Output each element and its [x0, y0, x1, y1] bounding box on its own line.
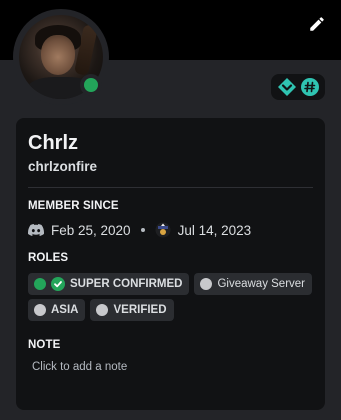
discord-member-date: Feb 25, 2020	[51, 222, 131, 238]
online-status-indicator	[80, 74, 102, 96]
role-asia[interactable]: ASIA	[28, 299, 86, 321]
role-giveaway-server[interactable]: Giveaway Server	[194, 273, 313, 295]
server-member-date: Jul 14, 2023	[177, 222, 252, 238]
username: chrlzonfire	[28, 159, 98, 174]
role-color-dot	[34, 278, 46, 290]
edit-profile-button[interactable]	[307, 14, 327, 34]
pencil-icon	[310, 17, 324, 31]
hypesquad-balance-icon[interactable]	[277, 77, 297, 97]
divider	[28, 187, 313, 188]
role-color-dot	[96, 304, 109, 316]
roles-heading: ROLES	[28, 252, 69, 264]
display-name: Chrlz	[28, 132, 78, 154]
role-verified[interactable]: VERIFIED	[90, 299, 174, 321]
profile-badges	[271, 74, 325, 100]
role-color-dot	[34, 304, 46, 316]
member-since-row: Feb 25, 2020 Jul 14, 2023	[28, 222, 313, 238]
role-super-confirmed[interactable]: SUPER CONFIRMED	[28, 273, 190, 295]
separator-dot	[140, 228, 145, 232]
discord-logo-icon	[28, 224, 44, 236]
role-label: ASIA	[51, 304, 79, 316]
role-label: VERIFIED	[113, 304, 167, 316]
note-heading: NOTE	[28, 339, 61, 351]
profile-card: Chrlz chrlzonfire MEMBER SINCE Feb 25, 2…	[16, 118, 325, 410]
check-circle-icon	[51, 277, 65, 291]
role-label: Giveaway Server	[217, 278, 306, 290]
member-since-heading: MEMBER SINCE	[28, 200, 119, 212]
roles-list: SUPER CONFIRMED Giveaway Server ASIA VER…	[28, 273, 313, 321]
role-label: SUPER CONFIRMED	[70, 278, 183, 290]
note-input[interactable]: Click to add a note	[28, 361, 313, 373]
role-color-dot	[200, 278, 213, 290]
hashtag-icon[interactable]	[300, 77, 320, 97]
server-icon	[155, 222, 171, 238]
